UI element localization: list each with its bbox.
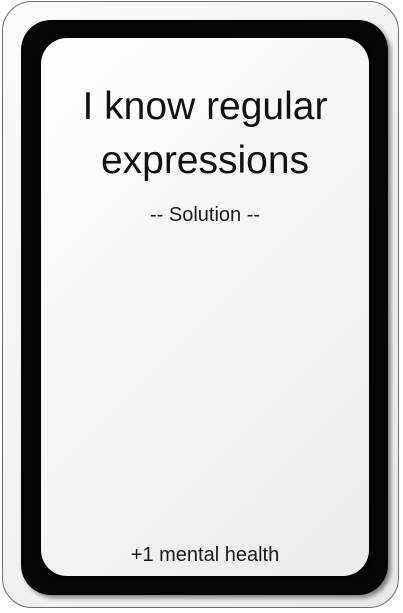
card-title-line-2: expressions: [100, 139, 310, 182]
card-face: I know regular expressions -- Solution --…: [41, 38, 369, 576]
card-border: I know regular expressions -- Solution --…: [21, 20, 388, 595]
card-subtitle: -- Solution --: [149, 204, 261, 226]
card-title-line-1: I know regular: [82, 85, 328, 128]
card-title: I know regular expressions: [41, 80, 369, 188]
card-outer-frame: I know regular expressions -- Solution --…: [2, 1, 399, 608]
card-footer: +1 mental health: [130, 544, 280, 566]
